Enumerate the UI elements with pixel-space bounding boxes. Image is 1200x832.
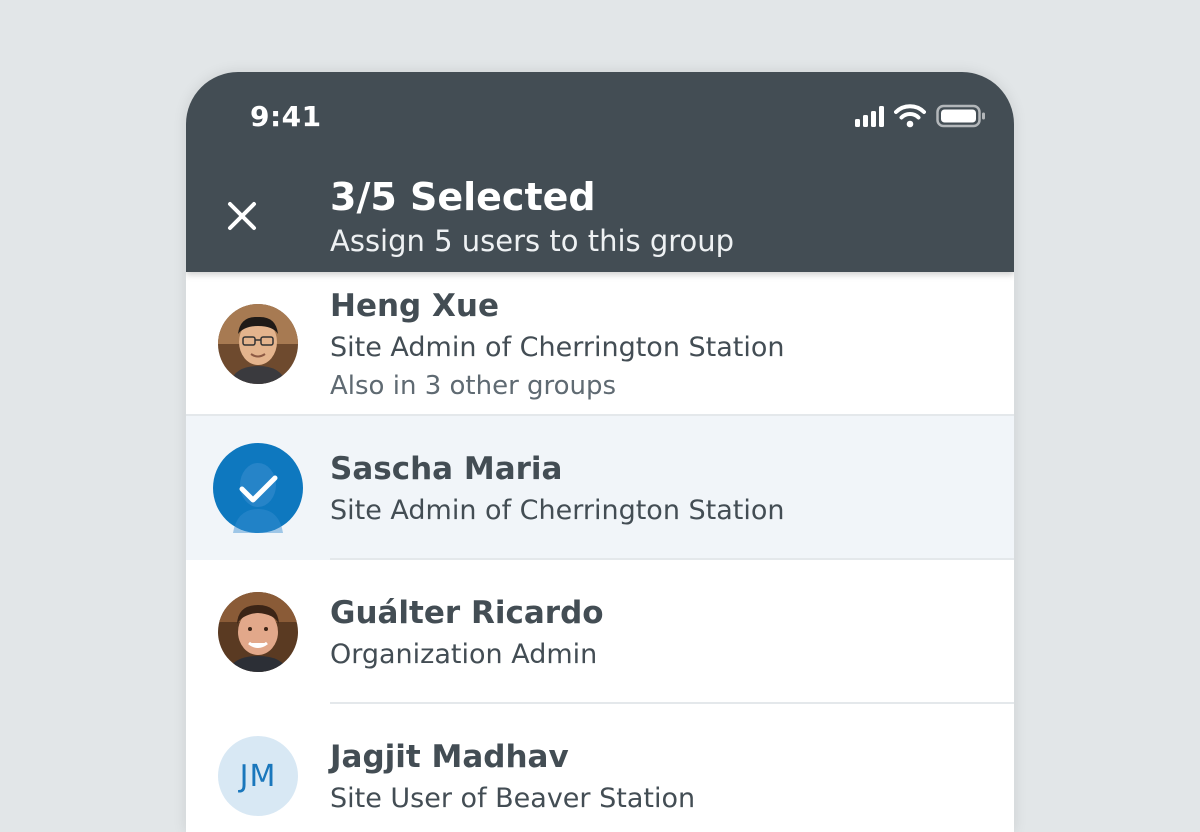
user-row-selected[interactable]: Sascha Maria Site Admin of Cherrington S… bbox=[186, 416, 1014, 560]
avatar bbox=[218, 592, 298, 672]
user-role: Site Admin of Cherrington Station bbox=[330, 495, 785, 526]
user-role: Organization Admin bbox=[330, 639, 598, 670]
user-name: Sascha Maria bbox=[330, 451, 563, 487]
user-role: Site User of Beaver Station bbox=[330, 783, 696, 814]
user-row[interactable]: JM Jagjit Madhav Site User of Beaver Sta… bbox=[186, 704, 1014, 832]
user-row[interactable]: Guálter Ricardo Organization Admin bbox=[186, 560, 1014, 704]
user-groups-note: Also in 3 other groups bbox=[330, 371, 617, 401]
checkmark-icon bbox=[233, 463, 283, 533]
signal-icon bbox=[855, 105, 884, 127]
user-role: Site Admin of Cherrington Station bbox=[330, 332, 785, 363]
battery-icon bbox=[936, 104, 985, 128]
phone-frame: 9:41 3/5 Selected Assign 5 users to this… bbox=[186, 72, 1014, 832]
user-row[interactable]: Heng Xue Site Admin of Cherrington Stati… bbox=[186, 272, 1014, 416]
close-icon bbox=[228, 202, 256, 230]
close-button[interactable] bbox=[216, 190, 268, 242]
avatar bbox=[218, 304, 298, 384]
user-list: Heng Xue Site Admin of Cherrington Stati… bbox=[186, 272, 1014, 832]
status-time: 9:41 bbox=[250, 100, 322, 133]
page-subtitle: Assign 5 users to this group bbox=[330, 224, 735, 258]
avatar-initials: JM bbox=[218, 736, 298, 816]
page-title: 3/5 Selected bbox=[330, 175, 596, 219]
wifi-icon bbox=[894, 104, 926, 128]
selected-avatar bbox=[213, 443, 303, 533]
user-name: Guálter Ricardo bbox=[330, 595, 604, 631]
user-name: Heng Xue bbox=[330, 288, 500, 324]
user-name: Jagjit Madhav bbox=[330, 739, 569, 775]
status-icons bbox=[855, 104, 986, 128]
app-bar: 9:41 3/5 Selected Assign 5 users to this… bbox=[186, 72, 1014, 272]
